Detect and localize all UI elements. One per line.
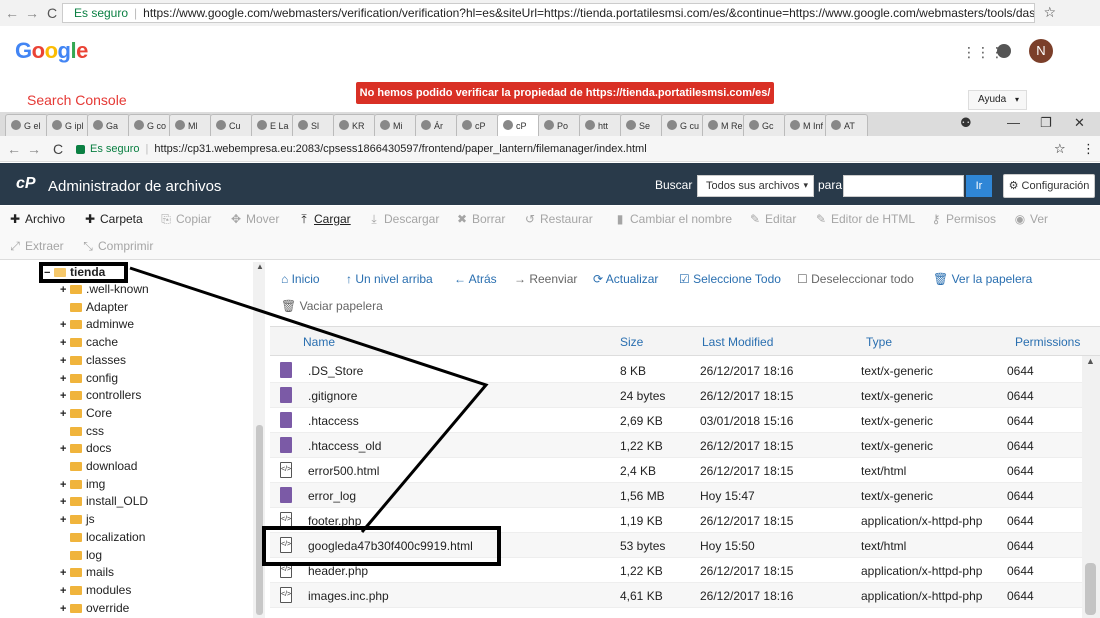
annotation-lines bbox=[129, 266, 489, 533]
screenshot: ← → C Es seguro | https://www.google.com… bbox=[0, 0, 1100, 618]
annotation-arrow-line bbox=[129, 266, 489, 533]
